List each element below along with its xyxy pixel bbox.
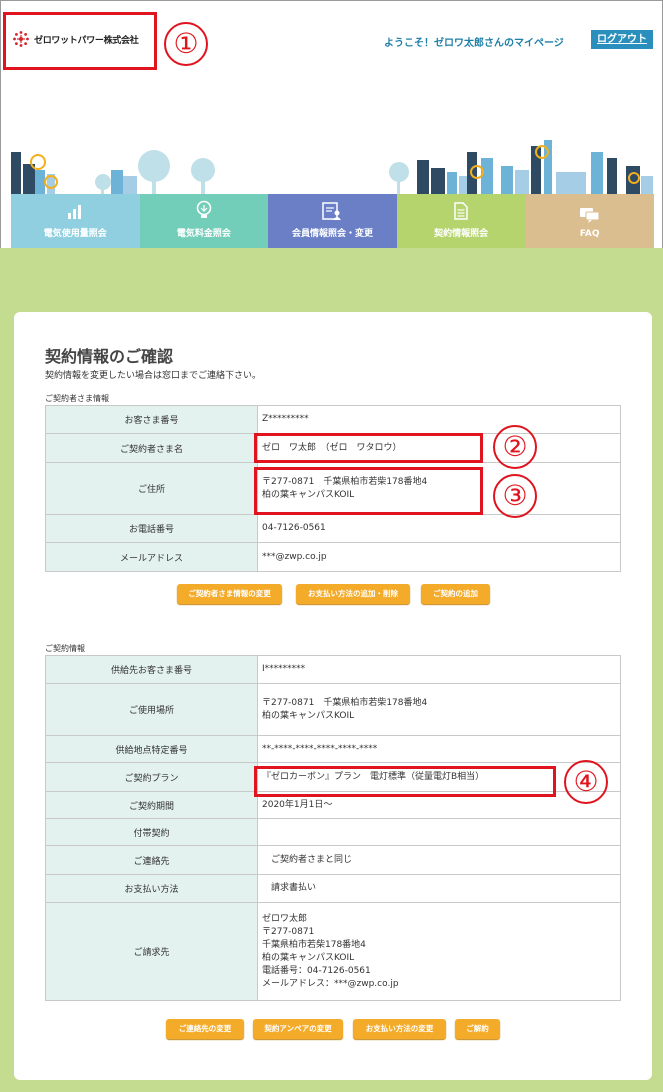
nav-billing[interactable]: 電気料金照会 (139, 194, 269, 248)
table-value-cell: 〒277-0871 千葉県柏市若柴178番地4 柏の葉キャンパスKOIL (257, 683, 621, 736)
nav-usage-label: 電気使用量照会 (43, 229, 107, 239)
table-row: ご連絡先 ご契約者さまと同じ (45, 845, 621, 875)
annotation-number-3: ③ (493, 474, 537, 518)
annotation-box-1 (3, 12, 157, 70)
nav-faq-label: FAQ (579, 229, 600, 239)
table-value-cell: ***@zwp.co.jp (257, 542, 621, 572)
table-value-cell: ゼロワ太郎 〒277-0871 千葉県柏市若柴178番地4 柏の葉キャンパスKO… (257, 902, 621, 1001)
logout-button[interactable]: ログアウト (591, 30, 653, 49)
table-value-cell: Z********* (257, 405, 621, 434)
contract-section-title: ご契約情報 (45, 644, 85, 653)
table-value-cell: I********* (257, 655, 621, 684)
table-header-cell: ご連絡先 (45, 845, 258, 875)
table-header-cell: お客さま番号 (45, 405, 258, 434)
change-payment-method-button[interactable]: お支払い方法の変更 (353, 1019, 446, 1039)
annotation-number-4: ④ (564, 760, 608, 804)
page-title: 契約情報のご確認 (45, 347, 174, 366)
main-navigation: 電気使用量照会 電気料金照会 会員情報照会・変更 契約情報照会 FAQ (11, 194, 654, 248)
value-line: ***@zwp.co.jp (262, 551, 327, 562)
table-header-cell: ご使用場所 (45, 683, 258, 736)
table-row: お支払い方法 請求書払い (45, 874, 621, 903)
table-header-cell: メールアドレス (45, 542, 258, 572)
table-row: ご請求先 ゼロワ太郎 〒277-0871 千葉県柏市若柴178番地4 柏の葉キャ… (45, 902, 621, 1001)
value-line: Z********* (262, 414, 309, 424)
value-line: メールアドレス：***@zwp.co.jp (262, 978, 399, 989)
table-value-cell: 04-7126-0561 (257, 514, 621, 543)
contractor-section-title: ご契約者さま情報 (45, 394, 109, 403)
value-line: 電話番号：04-7126-0561 (262, 965, 371, 976)
change-contact-button[interactable]: ご連絡先の変更 (166, 1019, 244, 1039)
bar-chart-icon (68, 205, 82, 219)
document-icon (454, 202, 468, 220)
table-header-cell: ご契約プラン (45, 762, 258, 792)
table-value-cell: **-****-****-****-****-**** (257, 735, 621, 763)
table-header-cell: お支払い方法 (45, 874, 258, 903)
nav-member[interactable]: 会員情報照会・変更 (268, 194, 397, 248)
table-row: 付帯契約 (45, 818, 621, 846)
table-header-cell: ご住所 (45, 462, 258, 515)
table-value-cell: 請求書払い (257, 874, 621, 903)
annotation-box-2 (254, 433, 483, 463)
add-contract-button[interactable]: ご契約の追加 (421, 584, 490, 604)
table-header-cell: お電話番号 (45, 514, 258, 543)
welcome-message: ようこそ！ゼロワ太郎さんのマイページ (384, 38, 564, 49)
value-line: 〒277-0871 千葉県柏市若柴178番地4 (262, 697, 428, 708)
table-row: お客さま番号 Z********* (45, 405, 621, 434)
value-line: 04-7126-0561 (262, 523, 326, 533)
page-subtitle: 契約情報を変更したい場合は窓口までご連絡下さい。 (45, 371, 262, 381)
contract-info-table: 供給先お客さま番号 I********* ご使用場所 〒277-0871 千葉県… (45, 655, 621, 1001)
annotation-box-4 (254, 766, 556, 797)
annotation-number-1: ① (164, 22, 208, 66)
value-line: I********* (262, 664, 306, 674)
table-row: 供給先お客さま番号 I********* (45, 655, 621, 684)
table-header-cell: 付帯契約 (45, 818, 258, 846)
value-line: 2020年1月1日～ (262, 799, 333, 810)
nav-usage[interactable]: 電気使用量照会 (11, 194, 140, 248)
value-line: **-****-****-****-****-**** (262, 743, 378, 754)
table-header-cell: 供給地点特定番号 (45, 735, 258, 763)
nav-contract[interactable]: 契約情報照会 (396, 194, 526, 248)
annotation-number-2: ② (493, 425, 537, 469)
nav-billing-label: 電気料金照会 (176, 229, 231, 239)
value-line: 柏の葉キャンパスKOIL (262, 952, 355, 963)
table-header-cell: ご契約者さま名 (45, 433, 258, 463)
nav-member-label: 会員情報照会・変更 (291, 229, 373, 239)
cityscape-illustration (11, 140, 653, 195)
nav-faq[interactable]: FAQ (525, 194, 654, 248)
value-line: 請求書払い (262, 883, 317, 893)
change-ampere-button[interactable]: 契約アンペアの変更 (253, 1019, 343, 1039)
value-line: 千葉県柏市若柴178番地4 (262, 939, 366, 950)
table-row: メールアドレス ***@zwp.co.jp (45, 542, 621, 572)
lightbulb-icon (196, 200, 212, 218)
change-contractor-info-button[interactable]: ご契約者さま情報の変更 (177, 584, 282, 604)
value-line: ご契約者さまと同じ (262, 854, 353, 865)
table-row: 供給地点特定番号 **-****-****-****-****-**** (45, 735, 621, 763)
table-header-cell: 供給先お客さま番号 (45, 655, 258, 684)
value-line: 〒277-0871 (262, 926, 315, 937)
table-header-cell: ご契約期間 (45, 791, 258, 819)
nav-contract-label: 契約情報照会 (434, 229, 489, 239)
table-row: お電話番号 04-7126-0561 (45, 514, 621, 543)
value-line: ゼロワ太郎 (262, 913, 308, 924)
table-value-cell: ご契約者さまと同じ (257, 845, 621, 875)
chat-bubble-icon (579, 208, 600, 223)
annotation-box-3 (254, 467, 483, 515)
edit-payment-method-button[interactable]: お支払い方法の追加・削除 (296, 584, 410, 604)
member-card-icon (322, 202, 342, 220)
value-line: 柏の葉キャンパスKOIL (262, 710, 355, 721)
table-header-cell: ご請求先 (45, 902, 258, 1001)
cancel-contract-button[interactable]: ご解約 (455, 1019, 500, 1039)
table-row: ご使用場所 〒277-0871 千葉県柏市若柴178番地4 柏の葉キャンパスKO… (45, 683, 621, 736)
table-value-cell (257, 818, 621, 846)
